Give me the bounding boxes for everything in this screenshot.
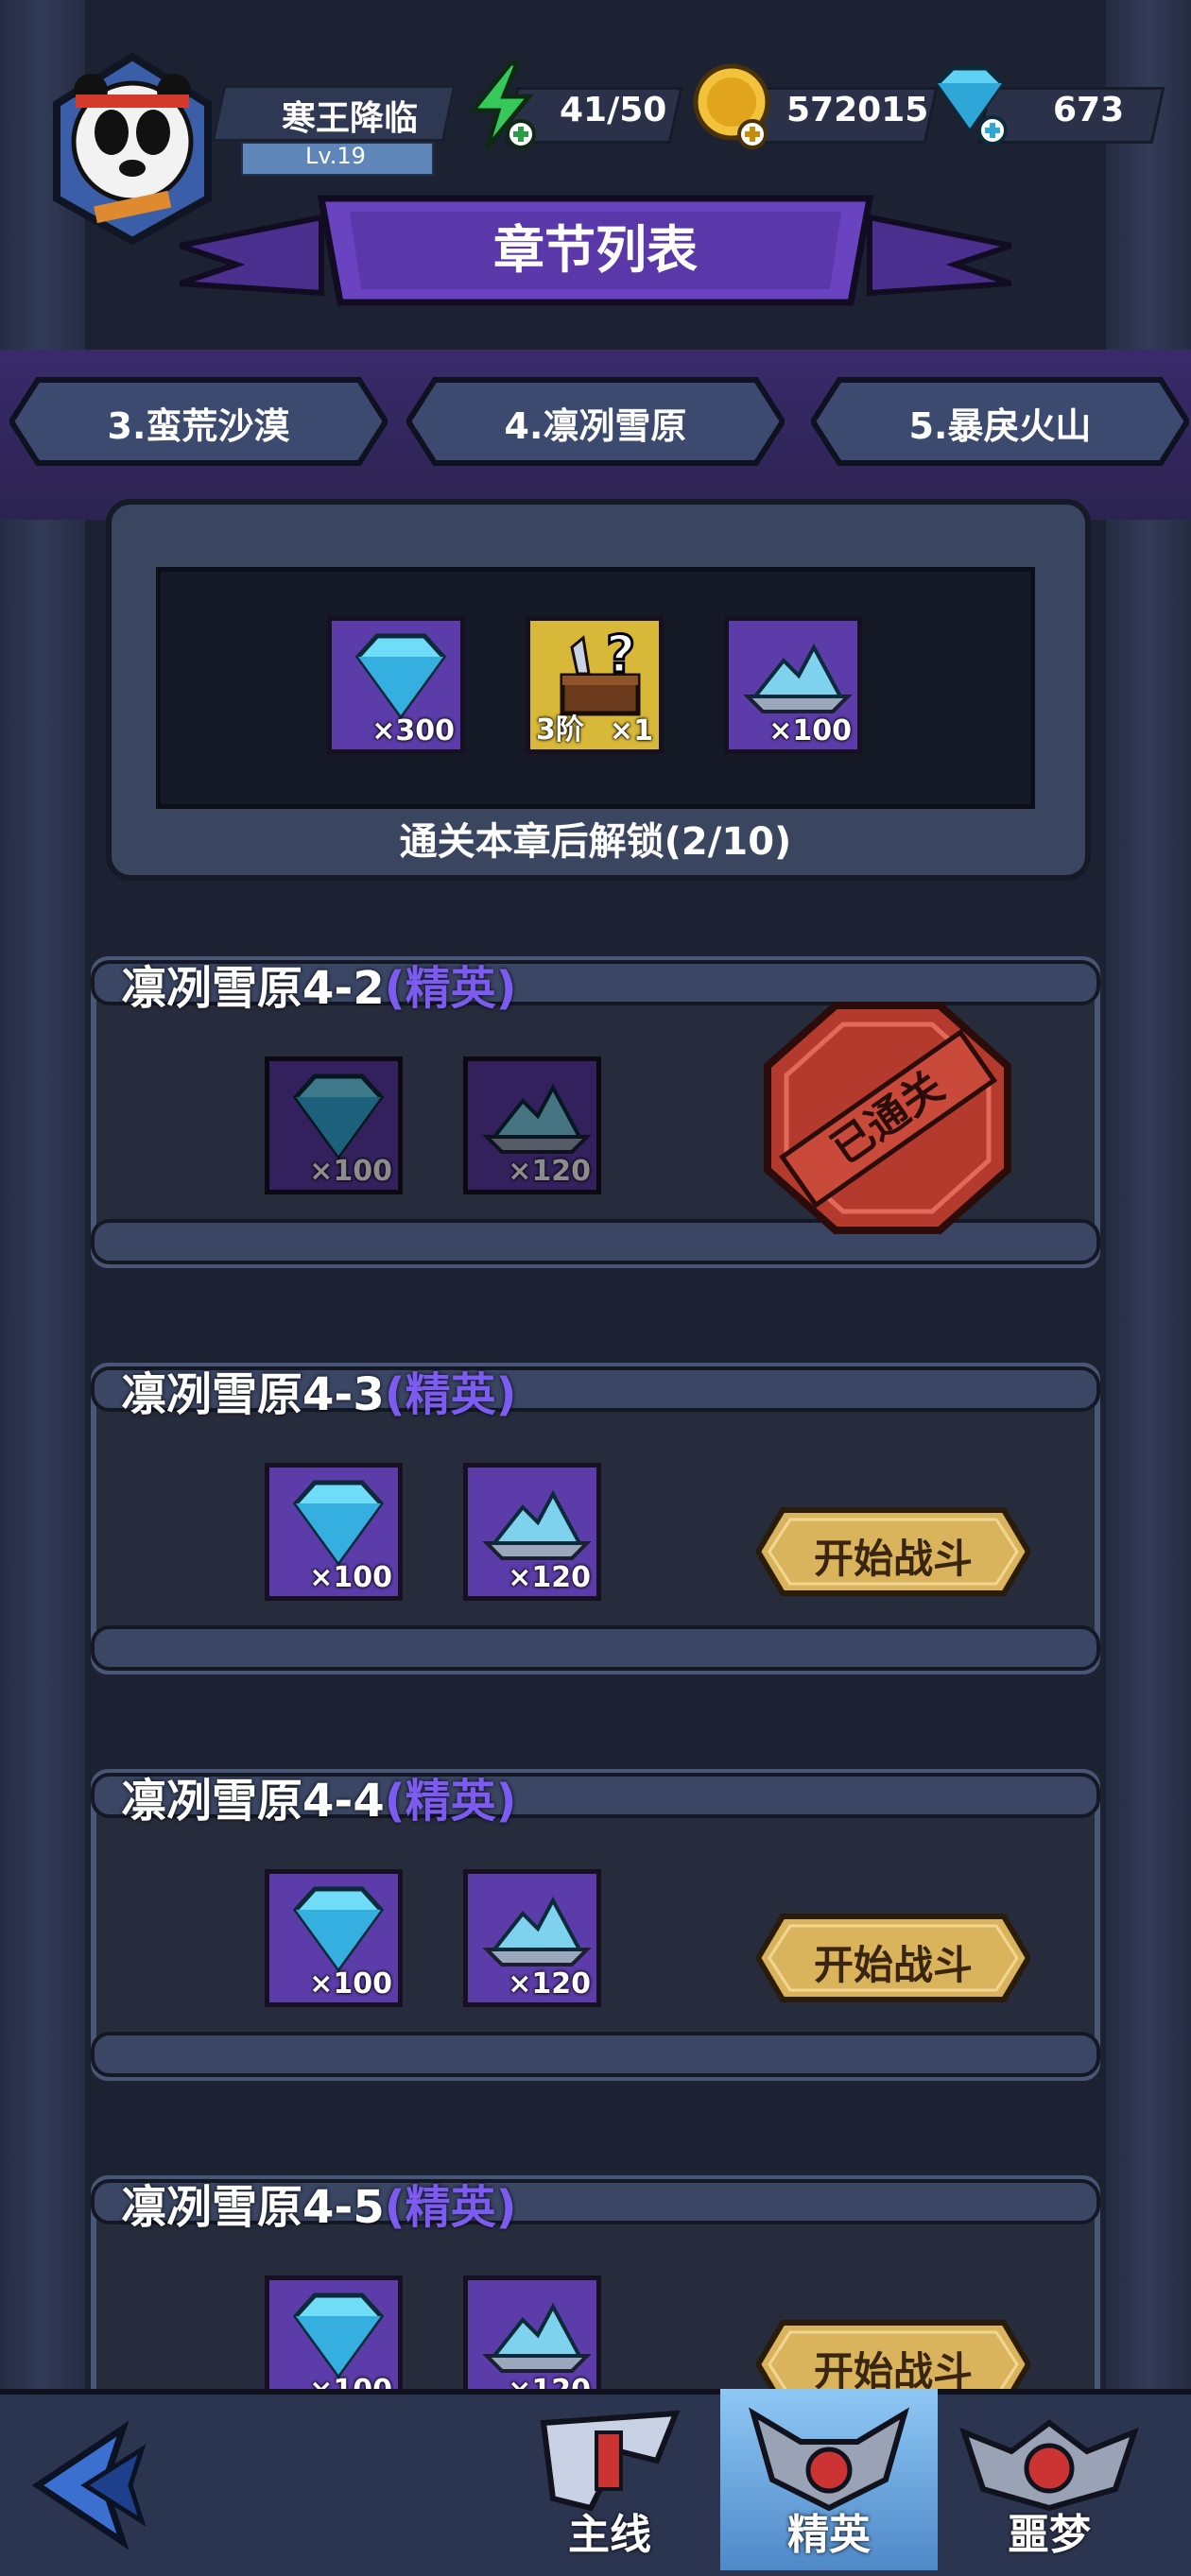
chapter-list-title: 章节列表 <box>493 220 698 280</box>
ice-crystal-pile-icon <box>482 1896 592 1966</box>
elite-tag: (精英) <box>384 962 517 1015</box>
chapter-reward-ice-crystal-qty: ×100 <box>768 714 852 747</box>
ice-crystal-pile-icon <box>743 643 853 713</box>
level-card-bottom-rail <box>91 2032 1100 2077</box>
tab-chapter-5-label: 5.暴戾火山 <box>908 405 1092 447</box>
start-battle-button[interactable]: 开始战斗 <box>756 1506 1030 1597</box>
elite-tag: (精英) <box>384 1368 517 1421</box>
main-line-icon <box>540 2410 681 2512</box>
level-reward-ice-crystal-qty: ×120 <box>508 1967 591 2001</box>
cleared-stamp: 已通关 <box>760 1000 1015 1240</box>
level-reward-diamond[interactable]: ×100 <box>265 1056 403 1194</box>
level-name: 凛冽雪原4-5 <box>121 2181 385 2234</box>
level-reward-ice-crystal-qty: ×120 <box>508 1561 591 1594</box>
level-reward-diamond-qty: ×100 <box>309 1561 392 1594</box>
level-reward-ice-crystal-qty: ×120 <box>508 1155 591 1188</box>
player-level: Lv.19 <box>305 143 366 169</box>
diamond-value: 673 <box>1053 91 1125 129</box>
level-reward-diamond-qty: ×100 <box>309 1967 392 2001</box>
level-reward-diamond[interactable]: ×100 <box>265 1463 403 1601</box>
nightmare-bat-icon <box>959 2419 1139 2512</box>
ice-crystal-pile-icon <box>482 2302 592 2373</box>
nav-tab-elite[interactable]: 精英 <box>720 2389 938 2570</box>
diamond-icon <box>292 1073 385 1160</box>
elite-tag: (精英) <box>384 2181 517 2234</box>
chapter-reward-chest-qty: ×1 <box>609 714 653 747</box>
energy-value: 41/50 <box>560 91 667 129</box>
diamond-icon <box>292 1886 385 1973</box>
nav-tab-nightmare[interactable]: 噩梦 <box>941 2389 1158 2570</box>
diamond-icon <box>354 633 447 720</box>
level-reward-ice-crystal[interactable]: ×120 <box>463 1869 601 2007</box>
level-name: 凛冽雪原4-3 <box>121 1368 385 1421</box>
nav-tab-main[interactable]: 主线 <box>501 2389 718 2570</box>
tab-chapter-3[interactable]: 3.蛮荒沙漠 <box>9 376 388 467</box>
diamond-icon <box>292 2293 385 2379</box>
nav-tab-main-label: 主线 <box>568 2511 651 2559</box>
level-title: 凛冽雪原4-3(精英) <box>121 1357 517 1423</box>
level-reward-ice-crystal[interactable]: ×120 <box>463 1463 601 1601</box>
level-title: 凛冽雪原4-2(精英) <box>121 951 517 1017</box>
start-battle-label: 开始战斗 <box>813 1536 973 1582</box>
svg-text:?: ? <box>606 628 635 684</box>
level-name: 凛冽雪原4-2 <box>121 962 385 1015</box>
level-card-4-2: 凛冽雪原4-2(精英) ×100 ×120 已通关 <box>79 937 1112 1287</box>
back-arrow-icon <box>31 2420 147 2550</box>
level-card-4-4: 凛冽雪原4-4(精英) ×100 ×120 开始战斗 <box>79 1750 1112 2100</box>
chapter-unlock-progress: 通关本章后解锁(2/10) <box>399 820 792 864</box>
level-card-bottom-rail <box>91 1625 1100 1671</box>
start-battle-label: 开始战斗 <box>813 1942 973 1988</box>
level-title: 凛冽雪原4-4(精英) <box>121 1763 517 1829</box>
tab-chapter-4-label: 4.凛冽雪原 <box>504 405 687 447</box>
gold-coin-icon[interactable] <box>690 59 775 157</box>
diamond-icon <box>292 1480 385 1567</box>
level-reward-diamond[interactable]: ×100 <box>265 1869 403 2007</box>
nav-tab-elite-label: 精英 <box>787 2511 871 2559</box>
ice-crystal-pile-icon <box>482 1083 592 1154</box>
level-reward-ice-crystal[interactable]: ×120 <box>463 1056 601 1194</box>
chapter-reward-chest-tier: 3阶 <box>536 713 584 747</box>
chapter-reward-diamond[interactable]: ×300 <box>327 616 465 754</box>
elite-demon-icon <box>749 2407 909 2512</box>
player-name: 寒王降临 <box>281 99 418 138</box>
tab-chapter-3-label: 3.蛮荒沙漠 <box>107 405 290 447</box>
energy-icon[interactable] <box>458 59 544 157</box>
tab-chapter-4[interactable]: 4.凛冽雪原 <box>406 376 785 467</box>
diamond-icon[interactable] <box>924 62 1015 151</box>
nav-tab-nightmare-label: 噩梦 <box>1008 2511 1091 2559</box>
back-button[interactable] <box>19 2419 170 2555</box>
chapter-reward-ice-crystal[interactable]: ×100 <box>724 616 862 754</box>
level-card-4-3: 凛冽雪原4-3(精英) ×100 ×120 开始战斗 <box>79 1344 1112 1693</box>
start-battle-button[interactable]: 开始战斗 <box>756 1913 1030 2003</box>
elite-tag: (精英) <box>384 1775 517 1828</box>
level-title: 凛冽雪原4-5(精英) <box>121 2170 517 2236</box>
tab-chapter-5[interactable]: 5.暴戾火山 <box>811 376 1189 467</box>
ice-crystal-pile-icon <box>482 1489 592 1560</box>
chapter-reward-mystery-chest[interactable]: ? 3阶 ×1 <box>526 616 664 754</box>
chapter-reward-diamond-qty: ×300 <box>371 714 455 747</box>
level-name: 凛冽雪原4-4 <box>121 1775 385 1828</box>
level-reward-diamond-qty: ×100 <box>309 1155 392 1188</box>
gold-value: 572015 <box>786 91 929 129</box>
